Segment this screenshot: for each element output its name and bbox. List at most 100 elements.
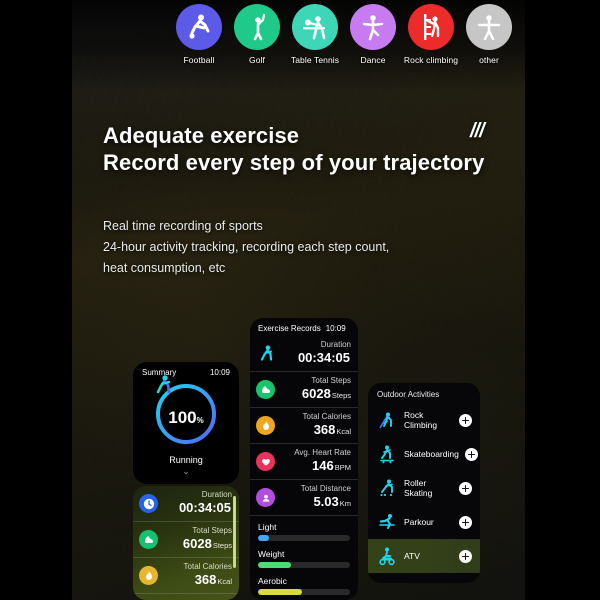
letterbox-left <box>0 0 72 600</box>
chevron-down-icon[interactable]: ⌄ <box>133 467 239 476</box>
sport-label: other <box>479 55 499 65</box>
sport-label: Golf <box>249 55 265 65</box>
metric-row: Total Steps 6028Steps <box>250 372 358 408</box>
location-pin-icon <box>256 488 275 507</box>
hero-headline: Adequate exercise Record every step of y… <box>103 122 523 176</box>
activity-row-skateboarding[interactable]: Skateboarding <box>368 437 480 471</box>
add-button[interactable] <box>459 481 472 495</box>
clock-icon <box>139 494 158 513</box>
shoe-icon <box>139 530 158 549</box>
subtext-line-3: heat consumption, etc <box>103 261 226 275</box>
metric-value: 368Kcal <box>313 422 351 437</box>
metric-label: Total Calories <box>183 562 232 571</box>
summary-time: 10:09 <box>209 368 230 377</box>
parkour-icon <box>376 511 398 533</box>
activity-row-atv[interactable]: ATV <box>368 539 480 573</box>
slider-label: Aerobic <box>258 576 287 586</box>
activity-label: Skateboarding <box>404 449 459 459</box>
sport-category-row: Football Golf Table Tennis Dance Rock cl… <box>72 0 525 92</box>
add-button[interactable] <box>459 413 472 427</box>
sport-item-table-tennis[interactable]: Table Tennis <box>284 4 346 65</box>
metric-label: Total Distance <box>300 484 351 493</box>
metric-value: 00:34:05 <box>178 500 231 515</box>
rock-climbing-icon <box>376 409 398 431</box>
summary-header: Summary 10:09 <box>133 362 239 377</box>
roller-skating-icon <box>376 477 398 499</box>
slider-label: Weight <box>258 549 285 559</box>
metric-value: 6028Steps <box>301 386 351 401</box>
flame-icon <box>139 566 158 585</box>
other-person-icon-circle <box>466 4 512 50</box>
sport-item-other[interactable]: other <box>458 4 520 65</box>
exercise-records-card: Exercise Records 10:09 Duration 00:34:05 <box>250 318 358 600</box>
green-metrics-card: Duration 00:34:05 Total Steps 6028Steps … <box>133 486 239 600</box>
golf-icon <box>253 13 266 41</box>
metric-label: Duration <box>201 490 232 499</box>
metric-row: Total Distance 5.03Km <box>250 480 358 516</box>
outdoor-title: Outdoor Activities <box>377 390 440 399</box>
sport-item-golf[interactable]: Golf <box>226 4 288 65</box>
dance-icon-circle <box>350 4 396 50</box>
headline-line-2: Record every step of your trajectory <box>103 150 485 175</box>
sport-item-dance[interactable]: Dance <box>342 4 404 65</box>
metric-label: Total Steps <box>311 376 351 385</box>
add-button[interactable] <box>464 447 478 461</box>
activity-label: Parkour <box>404 517 434 527</box>
sport-label: Dance <box>360 55 386 65</box>
progress-percent: 100% <box>168 408 204 427</box>
add-button[interactable] <box>459 549 472 563</box>
metric-value: 368Kcal <box>194 572 232 587</box>
metric-value: 5.03Km <box>313 494 351 509</box>
records-time: 10:09 <box>325 324 346 333</box>
other-person-icon <box>477 15 501 41</box>
scroll-indicator[interactable] <box>233 496 236 568</box>
progress-ring: 100% <box>152 375 220 448</box>
activity-label: Roller Skating <box>404 478 433 498</box>
aerobic-slider[interactable] <box>258 589 350 595</box>
flame-icon <box>256 416 275 435</box>
slider-label: Light <box>258 522 277 532</box>
intensity-sliders: Light Weight Aerobic <box>250 516 358 595</box>
records-title: Exercise Records <box>258 324 321 333</box>
dance-icon <box>362 15 384 41</box>
heart-icon <box>256 452 275 471</box>
activity-label: ATV <box>404 551 420 561</box>
activity-row-parkour[interactable]: Parkour <box>368 505 480 539</box>
activity-label: Rock Climbing <box>404 410 438 430</box>
light-slider[interactable] <box>258 535 350 541</box>
activity-row-rock-climbing[interactable]: Rock Climbing <box>368 403 480 437</box>
rock-climbing-icon-circle <box>408 4 454 50</box>
outdoor-activities-card: Outdoor Activities Rock Climbing Skatebo… <box>368 383 480 583</box>
metric-label: Total Calories <box>302 412 351 421</box>
sport-label: Football <box>183 55 215 65</box>
hero-subtext: Real time recording of sports 24-hour ac… <box>103 216 463 279</box>
metric-row: Total Calories 368Kcal <box>133 558 239 594</box>
metric-value: 6028Steps <box>182 536 232 551</box>
metric-row: Total Calories 368Kcal <box>250 408 358 444</box>
records-header: Exercise Records 10:09 <box>250 318 358 336</box>
accent-slashes: /// <box>470 120 485 142</box>
add-button[interactable] <box>459 515 472 529</box>
metric-value: 00:34:05 <box>297 350 350 365</box>
shoe-icon <box>256 380 275 399</box>
weight-slider[interactable] <box>258 562 350 568</box>
rock-climbing-icon <box>424 14 440 40</box>
sport-item-rock-climbing[interactable]: Rock climbing <box>400 4 462 65</box>
table-tennis-icon <box>303 16 326 40</box>
activity-row-roller-skating[interactable]: Roller Skating <box>368 471 480 505</box>
summary-activity-name: Running <box>169 455 203 465</box>
letterbox-right <box>525 0 600 600</box>
metric-row: Duration 00:34:05 <box>250 336 358 372</box>
subtext-line-2: 24-hour activity tracking, recording eac… <box>103 240 390 254</box>
summary-card: Summary 10:09 100% Running ⌄ <box>133 362 239 484</box>
sport-item-football[interactable]: Football <box>168 4 230 65</box>
subtext-line-1: Real time recording of sports <box>103 219 263 233</box>
metric-label: Total Steps <box>192 526 232 535</box>
promo-page: Football Golf Table Tennis Dance Rock cl… <box>0 0 600 600</box>
sport-label: Table Tennis <box>290 55 340 65</box>
metric-label: Duration <box>320 340 351 349</box>
skateboarding-icon <box>376 443 398 465</box>
running-person-icon <box>256 344 275 363</box>
table-tennis-icon-circle <box>292 4 338 50</box>
metric-row: Total Steps 6028Steps <box>133 522 239 558</box>
